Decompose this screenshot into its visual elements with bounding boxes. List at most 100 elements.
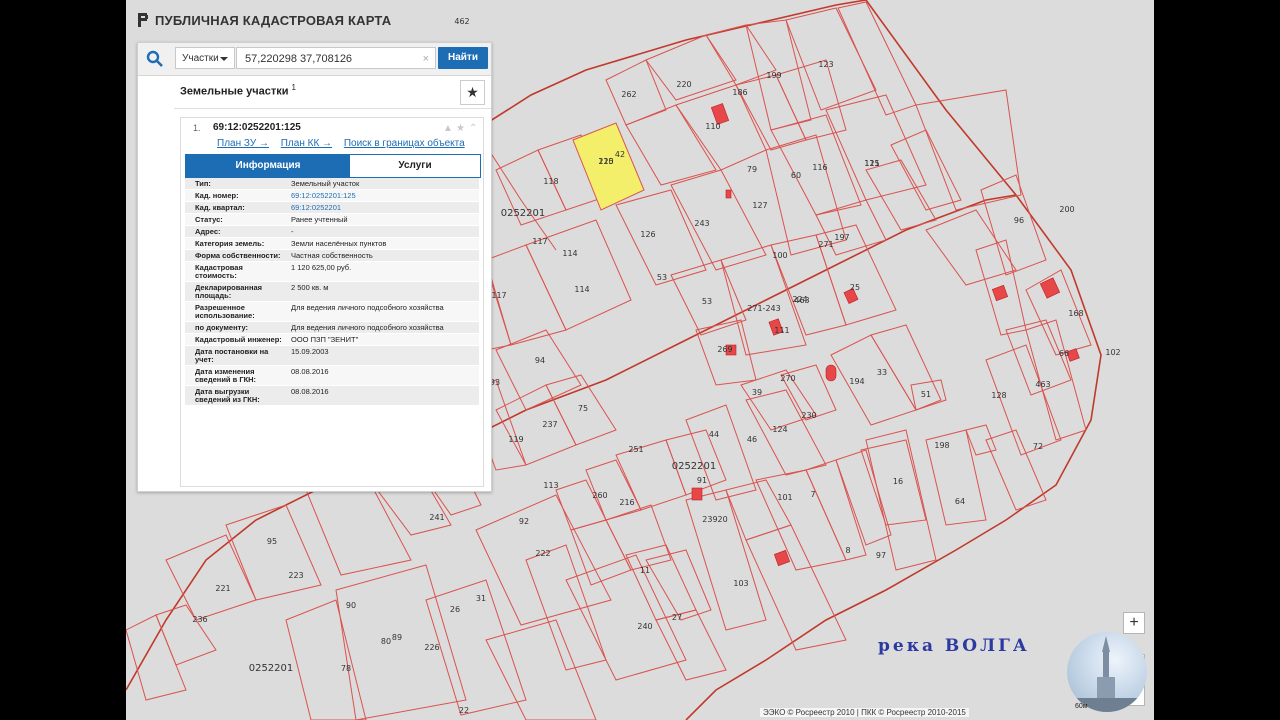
info-key: Статус: — [195, 215, 223, 224]
parcel-label: 27 — [672, 613, 682, 622]
search-icon[interactable] — [145, 49, 165, 69]
parcel-label: 270 — [780, 374, 795, 383]
parcel-label: 92 — [519, 517, 529, 526]
parcel-label: 78 — [341, 664, 351, 673]
info-key: Кадастровая стоимость: — [195, 263, 243, 280]
parcel-label: 95 — [267, 537, 277, 546]
star-icon[interactable]: ★ — [456, 123, 465, 134]
parcel-label: 25 — [850, 283, 860, 292]
info-value: ООО ПЗП "ЗЕНИТ" — [291, 335, 359, 344]
quarter-label: 0252201 — [501, 208, 546, 219]
info-value: Земельный участок — [291, 179, 360, 188]
selected-parcel[interactable] — [572, 122, 645, 211]
parcel-label: 124 — [772, 425, 787, 434]
parcel-label: 224 — [792, 295, 807, 304]
parcel-label: 127 — [752, 201, 767, 210]
info-value: Для ведения личного подсобного хозяйства — [291, 323, 444, 332]
parcel-label: 216 — [619, 498, 634, 507]
app-logo[interactable]: ПУБЛИЧНАЯ КАДАСТРОВАЯ КАРТА — [137, 12, 391, 28]
parcel-label: 243 — [694, 219, 709, 228]
church-illustration — [1067, 636, 1147, 712]
parcel-label: 51 — [921, 390, 931, 399]
parcel-label: 186 — [732, 88, 747, 97]
parcel-label: 11 — [640, 566, 650, 575]
info-key: Дата постановки на учет: — [195, 347, 269, 364]
info-value: 2 500 кв. м — [291, 283, 329, 292]
info-value: 15.09.2003 — [291, 347, 329, 356]
parcel-label: 226 — [424, 643, 439, 652]
link-plan-zu[interactable]: План ЗУ → — [217, 138, 269, 149]
parcel-label: 114 — [574, 285, 589, 294]
results-section-title: Земельные участки 1 — [180, 83, 296, 98]
favorite-button[interactable]: ★ — [460, 80, 485, 105]
copyright-footer: ЭЭКО © Росреестр 2010 | ПКК © Росреестр … — [760, 708, 969, 717]
info-row: Дата выгрузки сведений из ГКН: 08.08.2016 — [185, 386, 479, 406]
parcel-label: 42 — [615, 150, 625, 159]
parcel-label: 198 — [934, 441, 949, 450]
info-key: по документу: — [195, 323, 249, 332]
parcel-label: 97 — [876, 551, 886, 560]
parcel-label: 121 — [864, 159, 879, 168]
parcel-label: 117 — [532, 237, 547, 246]
parcel-label: 72 — [1033, 442, 1043, 451]
find-button[interactable]: Найти — [438, 47, 488, 69]
object-type-select[interactable]: Участки — [175, 47, 235, 69]
parcel-label: 240 — [637, 622, 652, 631]
info-row: Адрес: - — [185, 226, 479, 238]
parcel-label: 31 — [476, 594, 486, 603]
parcel-label: 116 — [812, 163, 827, 172]
parcel-label: 26 — [450, 605, 460, 614]
tab-info[interactable]: Информация — [186, 155, 350, 177]
parcel-label: 230 — [801, 411, 816, 420]
info-value[interactable]: 69:12:0252201 — [283, 202, 479, 213]
parcel-label: 113 — [543, 481, 558, 490]
info-key: Дата выгрузки сведений из ГКН: — [195, 387, 260, 404]
parcel-label: 123 — [818, 60, 833, 69]
link-plan-kk[interactable]: План КК → — [281, 138, 332, 149]
parcel-label: 8 — [845, 546, 850, 555]
parcel-label: 79 — [747, 165, 757, 174]
parcel-label: 80 — [381, 637, 391, 646]
parcel-label: 53 — [702, 297, 712, 306]
pkk-logo-icon — [138, 13, 148, 27]
parcel-label: 91 — [697, 476, 707, 485]
chevron-down-icon — [220, 57, 228, 61]
zoom-in-button[interactable]: + — [1123, 612, 1145, 634]
info-value: Ранее учтенный — [291, 215, 348, 224]
warning-icon[interactable]: ▲ — [443, 123, 453, 134]
tab-services[interactable]: Услуги — [350, 155, 480, 177]
info-value[interactable]: 69:12:0252201:125 — [283, 190, 479, 201]
info-key: Кад. номер: — [195, 191, 239, 200]
info-key: Форма собственности: — [195, 251, 281, 260]
clear-icon[interactable]: × — [423, 48, 429, 70]
parcel-label: 7 — [810, 490, 815, 499]
scale-bar: 60м — [1075, 703, 1088, 710]
parcel-label: 102 — [1105, 348, 1120, 357]
parcel-label: 271-243 — [747, 304, 780, 313]
search-input[interactable]: 57,220298 37,708126 × — [236, 47, 436, 69]
parcel-label: 260 — [592, 491, 607, 500]
collapse-icon[interactable]: ⌃ — [469, 123, 477, 134]
parcel-label: 94 — [535, 356, 545, 365]
info-row: по документу: Для ведения личного подсобн… — [185, 322, 479, 334]
parcel-label: 200 — [1059, 205, 1074, 214]
info-row: Дата изменения сведений в ГКН: 08.08.2016 — [185, 366, 479, 386]
parcel-label: 64 — [955, 497, 965, 506]
quarter-label: 0252201 — [672, 461, 717, 472]
parcel-label: 44 — [709, 430, 719, 439]
parcel-label: 46 — [747, 435, 757, 444]
info-row: Дата постановки на учет: 15.09.2003 — [185, 346, 479, 366]
info-row: Статус: Ранее учтенный — [185, 214, 479, 226]
parcel-card: 1. 69:12:0252201:125 ▲ ★ ⌃ План ЗУ → Пла… — [180, 117, 484, 487]
parcel-label: 117 — [491, 291, 506, 300]
parcel-label: 237 — [542, 420, 557, 429]
parcel-label: 223 — [288, 571, 303, 580]
results-title: Земельные участки — [180, 85, 289, 98]
parcel-label: 463 — [1035, 380, 1050, 389]
parcel-label: 60 — [791, 171, 801, 180]
parcel-label: 168 — [1068, 309, 1083, 318]
parcel-label: 194 — [849, 377, 864, 386]
parcel-label: 23920 — [702, 515, 727, 524]
info-row: Форма собственности: Частная собственност… — [185, 250, 479, 262]
parcel-label: 103 — [733, 579, 748, 588]
